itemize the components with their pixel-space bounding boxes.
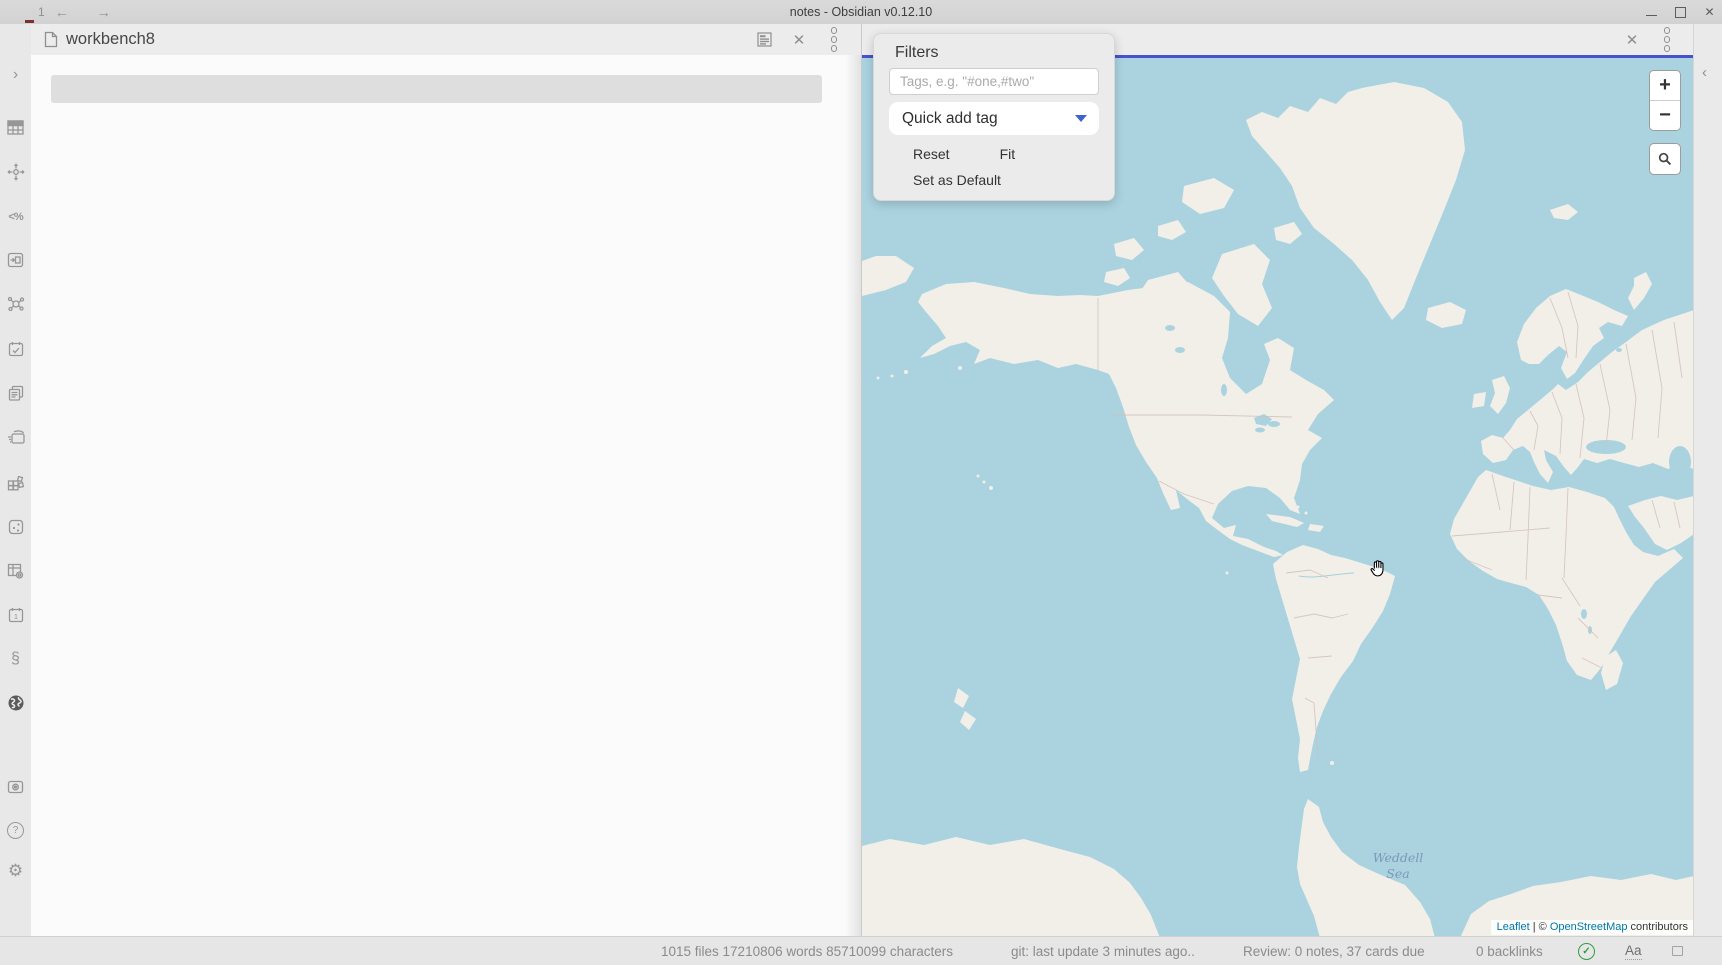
filters-title: Filters: [895, 44, 1114, 62]
zoom-out-button[interactable]: −: [1650, 100, 1680, 130]
nav-counter: 1: [38, 5, 45, 19]
workspace: › <%: [0, 24, 1722, 937]
pan-tool-icon[interactable]: [5, 161, 27, 183]
backlinks-count[interactable]: 0 backlinks: [1476, 937, 1543, 965]
spellcheck-toggle[interactable]: Aa: [1625, 937, 1642, 965]
settings-icon[interactable]: ⚙: [5, 860, 27, 882]
map-filters-panel: Filters Quick add tag Reset Fit Set as D…: [873, 33, 1115, 201]
map-search-button[interactable]: [1649, 143, 1681, 175]
database-icon[interactable]: [5, 560, 27, 582]
minimize-button[interactable]: [1645, 6, 1658, 19]
maximize-button[interactable]: [1674, 6, 1687, 19]
daily-note-number: 1: [13, 612, 17, 621]
empty-block-placeholder[interactable]: [51, 75, 822, 103]
map-pane-menu-icon[interactable]: [1659, 32, 1675, 48]
map-zoom-control: + −: [1649, 70, 1681, 131]
templater-icon[interactable]: <%: [5, 206, 27, 228]
statusbar: 1015 files 17210806 words 85710099 chara…: [0, 936, 1722, 965]
editor-body[interactable]: [31, 55, 861, 937]
file-stats: 1015 files 17210806 words 85710099 chara…: [661, 937, 953, 965]
reset-button[interactable]: Reset: [913, 146, 950, 162]
svg-text:Sea: Sea: [1386, 866, 1409, 881]
left-ribbon: › <%: [0, 24, 32, 937]
calendar-check-icon[interactable]: [5, 338, 27, 360]
titlebar-artifact: [25, 20, 34, 23]
expand-sidebar-icon[interactable]: ›: [5, 64, 27, 86]
flashcards-icon[interactable]: [5, 426, 27, 448]
tab-title: workbench8: [66, 30, 155, 49]
window-title: notes - Obsidian v0.12.10: [790, 5, 932, 19]
titlebar: 1 ← → notes - Obsidian v0.12.10 ✕: [0, 0, 1722, 25]
table-icon[interactable]: [5, 116, 27, 138]
collapse-right-sidebar-icon[interactable]: ‹: [1702, 64, 1707, 81]
daily-note-icon[interactable]: 1: [5, 604, 27, 626]
graph-view-icon[interactable]: [5, 293, 27, 315]
recorder-icon[interactable]: [5, 776, 27, 798]
hand-cursor: [1367, 558, 1389, 585]
pane-menu-icon[interactable]: [826, 32, 842, 48]
misc-status-icon[interactable]: [1672, 937, 1683, 965]
forward-arrow-icon[interactable]: →: [93, 4, 115, 20]
window-controls: ✕: [1645, 0, 1716, 24]
review-status[interactable]: Review: 0 notes, 37 cards due: [1243, 937, 1425, 965]
close-window-button[interactable]: ✕: [1703, 6, 1716, 19]
editor-pane: workbench8 ✕: [31, 24, 861, 937]
git-status[interactable]: git: last update 3 minutes ago..: [1011, 937, 1195, 965]
chevron-down-icon: [1075, 115, 1087, 122]
set-as-default-button[interactable]: Set as Default: [913, 172, 1001, 188]
close-pane-icon[interactable]: ✕: [791, 32, 807, 48]
file-icon: [44, 31, 58, 48]
copy-note-icon[interactable]: [5, 382, 27, 404]
tags-filter-input[interactable]: [889, 68, 1099, 95]
svg-text:Weddell: Weddell: [1373, 850, 1424, 865]
back-arrow-icon[interactable]: ←: [51, 4, 73, 20]
right-sidebar-strip: ‹: [1693, 24, 1722, 937]
obsidian-window: 1 ← → notes - Obsidian v0.12.10 ✕ › <%: [0, 0, 1722, 965]
close-map-pane-icon[interactable]: ✕: [1624, 32, 1640, 48]
nav-history: 1 ← →: [38, 0, 115, 24]
zoom-in-button[interactable]: +: [1650, 71, 1680, 100]
rope-icon[interactable]: §: [5, 648, 27, 670]
help-icon[interactable]: ?: [5, 819, 27, 841]
blocks-icon[interactable]: [5, 471, 27, 493]
openstreetmap-link[interactable]: OpenStreetMap: [1550, 921, 1628, 933]
insert-slide-icon[interactable]: [5, 249, 27, 271]
reading-mode-icon[interactable]: [756, 32, 772, 48]
quick-add-tag-select[interactable]: Quick add tag: [889, 102, 1099, 135]
map-pane: ✕ Filters Quick add tag Reset Fit Set as…: [861, 24, 1694, 937]
quick-add-tag-label: Quick add tag: [902, 110, 998, 128]
map-attribution: Leaflet | © OpenStreetMap contributors: [1491, 920, 1694, 935]
fit-button[interactable]: Fit: [1000, 146, 1016, 162]
search-icon: [1658, 152, 1672, 166]
editor-pane-header: workbench8 ✕: [31, 24, 861, 55]
leaflet-link[interactable]: Leaflet: [1497, 921, 1530, 933]
sync-check-icon[interactable]: ✓: [1578, 937, 1595, 965]
dice-icon[interactable]: [5, 516, 27, 538]
map-view-icon[interactable]: [5, 692, 27, 714]
